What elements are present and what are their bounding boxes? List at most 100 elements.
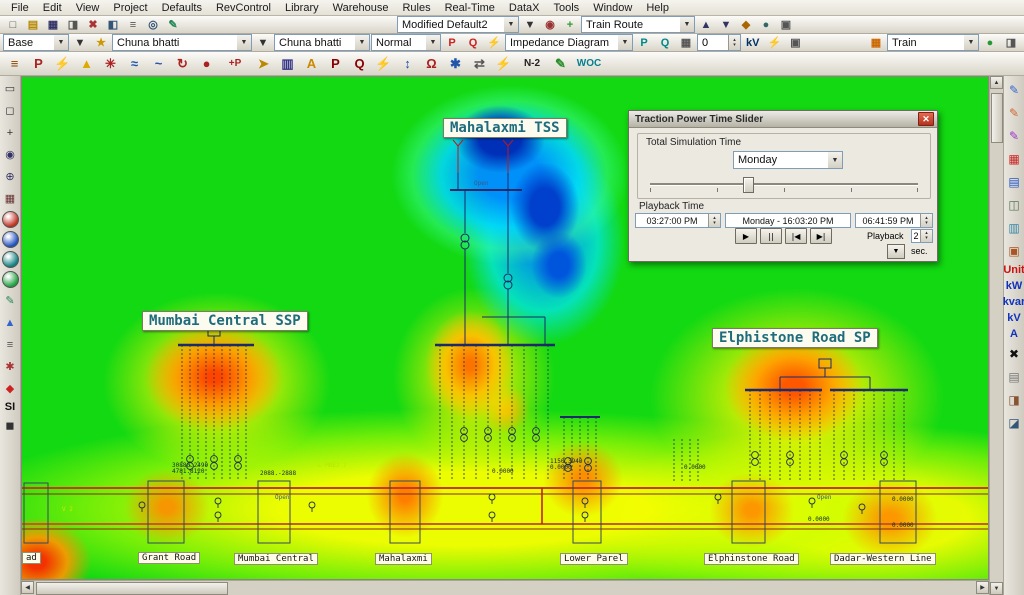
menu-warehouse[interactable]: Warehouse — [326, 2, 396, 14]
bolt-icon[interactable]: ⚡ — [764, 34, 784, 51]
scroll-up-icon[interactable]: ▲ — [990, 76, 1003, 89]
block-icon[interactable]: ◼ — [0, 416, 20, 435]
station-label-dadar-western-line[interactable]: Dadar-Western Line — [830, 553, 936, 565]
mode-combo[interactable]: Normal▼ — [371, 34, 441, 51]
switching-sequence-icon[interactable]: ⚡ — [492, 53, 515, 75]
pointer-icon[interactable]: ▲ — [0, 313, 20, 332]
study-case-icon[interactable]: ★ — [91, 34, 111, 51]
area-label-elphistone-road-sp[interactable]: Elphistone Road SP — [712, 328, 878, 348]
station-label-elphinstone-road[interactable]: Elphinstone Road — [704, 553, 799, 565]
print-icon[interactable]: ◨ — [63, 16, 83, 33]
clear-results-icon[interactable]: ✖ — [1004, 344, 1024, 363]
scroll-down-icon[interactable]: ▼ — [990, 582, 1003, 595]
dot-icon[interactable]: ● — [756, 16, 776, 33]
q-flow-icon[interactable]: Q — [463, 34, 483, 51]
flag-tool-icon[interactable]: ➤ — [252, 53, 275, 75]
chevron-down-icon[interactable]: ▼ — [618, 35, 632, 50]
p-display-icon[interactable]: P — [634, 34, 654, 51]
report-manager-icon[interactable]: ▤ — [1004, 172, 1024, 191]
play-button[interactable]: ▶ — [735, 228, 757, 244]
dc-load-flow-icon[interactable]: P — [324, 53, 347, 75]
open-file-icon[interactable]: ▤ — [23, 16, 43, 33]
notes-icon[interactable]: ▤ — [1004, 367, 1024, 386]
station-label-mumbai-central[interactable]: Mumbai Central — [234, 553, 318, 565]
save-icon[interactable]: ▦ — [43, 16, 63, 33]
impedance-tool-icon[interactable]: Ω — [420, 53, 443, 75]
spinner-arrows-icon[interactable]: ▴▾ — [920, 214, 932, 227]
reliability-icon[interactable]: ● — [195, 53, 218, 75]
up-icon[interactable]: ▲ — [696, 16, 716, 33]
area-label-mahalaxmi-tss[interactable]: Mahalaxmi TSS — [443, 118, 567, 138]
base-combo[interactable]: Base▼ — [3, 34, 69, 51]
menu-tools[interactable]: Tools — [547, 2, 587, 14]
layers-icon[interactable]: ≡ — [0, 335, 20, 354]
chevron-down-icon[interactable]: ▼ — [828, 152, 842, 168]
harmonics-icon[interactable]: ≈ — [123, 53, 146, 75]
red-sphere-icon[interactable] — [2, 211, 19, 228]
train-route-combo[interactable]: Train Route ▼ — [581, 16, 695, 33]
chevron-down-icon[interactable]: ▼ — [237, 35, 251, 50]
to-station-combo[interactable]: Chuna bhatti▼ — [274, 34, 370, 51]
result-grid-icon[interactable]: ▦ — [1004, 149, 1024, 168]
q-display-icon[interactable]: Q — [655, 34, 675, 51]
step-back-button[interactable]: |◀ — [785, 228, 807, 244]
menu-datax[interactable]: DataX — [502, 2, 547, 14]
slider-track[interactable] — [650, 183, 918, 186]
diamond-marker-icon[interactable]: ◆ — [0, 379, 20, 398]
focus-tool-icon[interactable]: ◉ — [0, 145, 20, 164]
star-z-tool-icon[interactable]: ✱ — [444, 53, 467, 75]
select-tool-icon[interactable]: ▭ — [0, 79, 20, 98]
datasheet-icon[interactable]: ◫ — [1004, 195, 1024, 214]
down-icon[interactable]: ▼ — [716, 16, 736, 33]
spinner-arrows-icon[interactable]: ▴▾ — [920, 230, 932, 242]
diagram-combo[interactable]: Impedance Diagram▼ — [505, 34, 633, 51]
spinner-arrows-icon[interactable]: ▴▾ — [708, 214, 720, 227]
p-flow-icon[interactable]: P — [442, 34, 462, 51]
green-sphere-icon[interactable] — [2, 271, 19, 288]
spinner-arrows-icon[interactable]: ▴▾ — [728, 35, 740, 50]
fault-icon[interactable]: ⚡ — [484, 34, 504, 51]
motor-start-icon[interactable]: ↻ — [171, 53, 194, 75]
close-icon[interactable]: ✕ — [918, 112, 934, 126]
transient-stability-icon[interactable]: ~ — [147, 53, 170, 75]
collapse-button[interactable]: ▼ — [887, 244, 905, 259]
chevron-down-icon[interactable]: ▼ — [964, 35, 978, 50]
edit-icon[interactable]: ✎ — [163, 16, 183, 33]
warning-analysis-icon[interactable]: ▲ — [75, 53, 98, 75]
battery-sizing-icon[interactable]: ▥ — [276, 53, 299, 75]
pencil-blue-icon[interactable]: ✎ — [1004, 80, 1024, 99]
optimal-power-flow-icon[interactable]: +P — [219, 53, 251, 75]
menu-real-time[interactable]: Real-Time — [438, 2, 502, 14]
horizontal-scroll-track[interactable] — [34, 581, 976, 595]
menu-rules[interactable]: Rules — [395, 2, 437, 14]
hand-tool-icon[interactable]: ≡ — [3, 53, 26, 75]
train-combo[interactable]: Train▼ — [887, 34, 979, 51]
swap-dropdown-icon[interactable]: ▼ — [253, 34, 273, 51]
load-flow-icon[interactable]: P — [27, 53, 50, 75]
from-station-combo[interactable]: Chuna bhatti▼ — [112, 34, 252, 51]
dropdown-icon[interactable]: ▼ — [520, 16, 540, 33]
vertical-scroll-thumb[interactable] — [991, 93, 1003, 143]
run-icon[interactable]: ● — [980, 34, 1000, 51]
current-time-field[interactable]: Monday - 16:03:20 PM — [725, 213, 851, 228]
chevron-down-icon[interactable]: ▼ — [680, 17, 694, 32]
end-time-field[interactable]: 06:41:59 PM ▴▾ — [855, 213, 933, 228]
diamond-icon[interactable]: ◆ — [736, 16, 756, 33]
horizontal-scroll-thumb[interactable] — [36, 582, 228, 595]
pencil-purple-icon[interactable]: ✎ — [1004, 126, 1024, 145]
menu-view[interactable]: View — [69, 2, 107, 14]
menu-edit[interactable]: Edit — [36, 2, 69, 14]
diagram-canvas[interactable]: Traction Power Time Slider ✕ Total Simul… — [21, 76, 989, 580]
arc-flash-icon[interactable]: A — [300, 53, 323, 75]
sequence-viewer-icon[interactable]: ↕ — [396, 53, 419, 75]
n2-contingency-icon[interactable]: N-2 — [516, 53, 548, 75]
display-precision-spinner[interactable]: 0▴▾ — [697, 34, 741, 51]
menu-project[interactable]: Project — [106, 2, 154, 14]
grid-tool-icon[interactable]: ▦ — [0, 189, 20, 208]
new-file-icon[interactable]: □ — [3, 16, 23, 33]
teal-sphere-icon[interactable] — [2, 251, 19, 268]
short-circuit-icon[interactable]: ⚡ — [51, 53, 74, 75]
horizontal-scrollbar[interactable]: ◀ ▶ — [21, 580, 989, 595]
station-label-mahalaxmi[interactable]: Mahalaxmi — [375, 553, 432, 565]
pause-button[interactable]: || — [760, 228, 782, 244]
